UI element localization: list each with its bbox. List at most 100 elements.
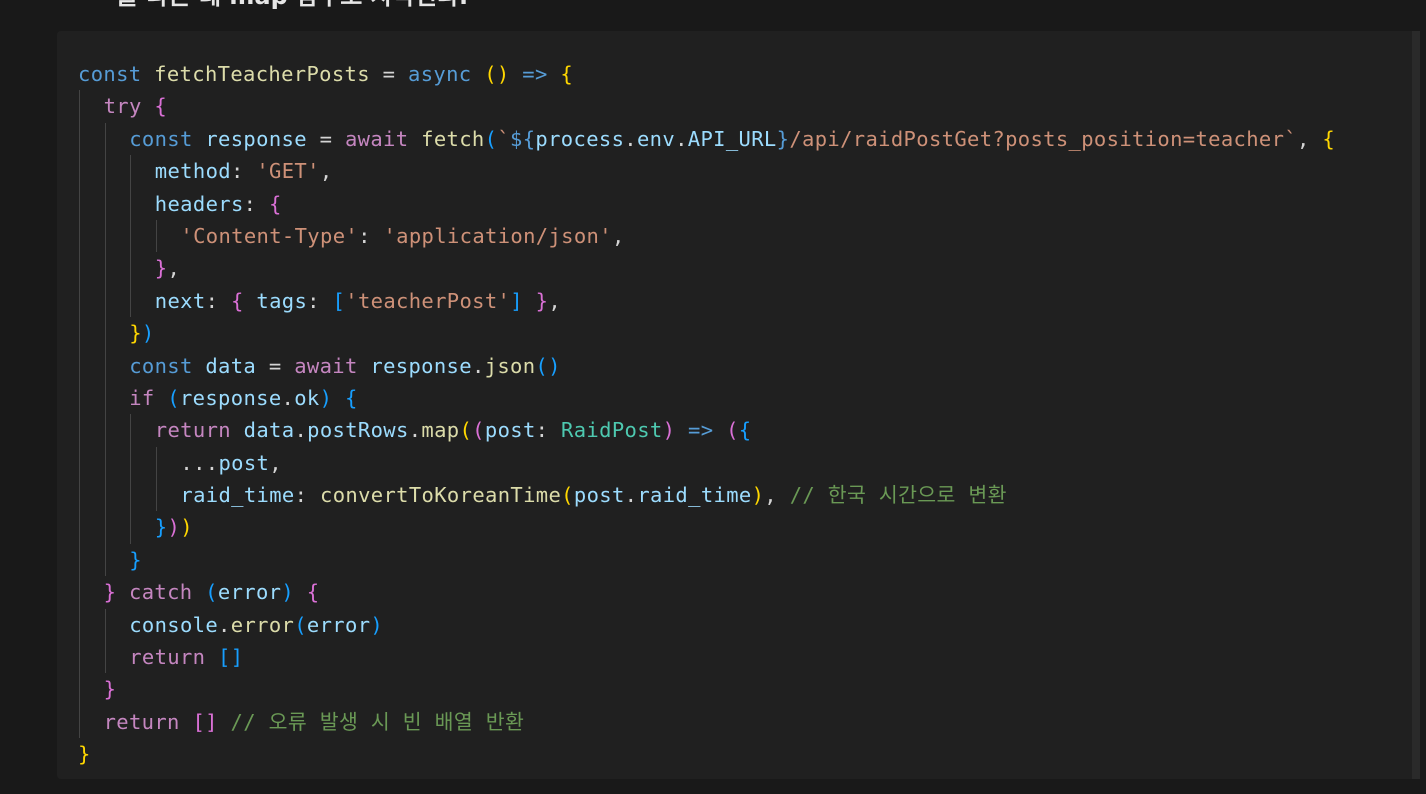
code-token: ] bbox=[510, 288, 523, 313]
indent-guide bbox=[79, 219, 80, 253]
indent-guide bbox=[79, 155, 80, 188]
indent-guide bbox=[130, 284, 132, 318]
code-line: } bbox=[78, 543, 1335, 577]
indent-guide bbox=[104, 155, 106, 188]
code-token: ) bbox=[167, 515, 181, 540]
code-token: const bbox=[78, 62, 142, 86]
indent-guide bbox=[104, 608, 106, 642]
code-token: { bbox=[269, 191, 282, 216]
code-block[interactable]: const fetchTeacherPosts = async () => { t… bbox=[57, 31, 1420, 779]
indent-guide bbox=[130, 252, 132, 285]
code-token: { bbox=[1322, 126, 1336, 151]
indent-guide bbox=[104, 187, 106, 220]
indent-guide bbox=[155, 446, 157, 480]
indent-guide bbox=[104, 317, 106, 350]
code-token: ) bbox=[281, 580, 295, 605]
code-token: post bbox=[484, 418, 536, 443]
scrollbar[interactable] bbox=[1412, 31, 1420, 779]
code-token: ${ bbox=[510, 126, 536, 151]
code-token: API_URL bbox=[687, 126, 777, 151]
code-line: } catch (error) { bbox=[78, 576, 1335, 609]
indent-guide bbox=[79, 381, 80, 415]
code-token: { bbox=[560, 62, 574, 86]
code-token: } bbox=[129, 547, 142, 572]
code-token: } bbox=[154, 515, 168, 540]
code-token: () bbox=[484, 62, 510, 86]
code-token: fetch bbox=[421, 126, 485, 151]
indent-guide bbox=[79, 284, 80, 318]
code-token: } bbox=[78, 742, 91, 767]
code-token: post bbox=[573, 483, 625, 508]
indent-guide bbox=[104, 479, 106, 512]
code-token: ( bbox=[726, 418, 739, 443]
page-heading: 을 다른 데 map 함수로 사각된다. bbox=[116, 0, 468, 12]
code-token: { bbox=[306, 580, 320, 605]
code-token: : bbox=[535, 418, 562, 443]
code-line: const response = await fetch(`${process.… bbox=[78, 122, 1336, 156]
code-token: raid_time bbox=[180, 483, 295, 508]
code-token: } bbox=[154, 256, 168, 281]
code-token: , bbox=[167, 256, 181, 281]
code-token: try bbox=[103, 94, 142, 119]
code-line: }) bbox=[78, 317, 1335, 350]
code-token: : bbox=[294, 483, 321, 508]
code-token: if bbox=[129, 385, 155, 410]
code-token: ) bbox=[180, 515, 193, 540]
indent-guide bbox=[79, 317, 80, 350]
code-token: 'GET' bbox=[256, 159, 320, 184]
code-token: error bbox=[230, 612, 295, 637]
indent-guide bbox=[79, 608, 80, 642]
code-token: : bbox=[230, 159, 257, 184]
code-token: . bbox=[471, 353, 485, 378]
code-token: return bbox=[129, 645, 206, 670]
code-token: , bbox=[764, 483, 790, 508]
code-line: headers: { bbox=[78, 187, 1335, 220]
indent-guide bbox=[79, 252, 80, 285]
code-token: } bbox=[776, 126, 790, 151]
code-token: ( bbox=[484, 126, 498, 151]
code-line: })) bbox=[78, 511, 1335, 544]
code-line: } bbox=[78, 673, 1335, 706]
code-line: return data.postRows.map((post: RaidPost… bbox=[78, 414, 1335, 447]
code-token: ( bbox=[472, 418, 485, 443]
indent-guide bbox=[104, 284, 106, 318]
code-token: method bbox=[154, 159, 231, 184]
code-token: ( bbox=[561, 483, 574, 508]
indent-guide bbox=[79, 90, 80, 123]
code-token: process bbox=[535, 126, 625, 151]
indent-guide bbox=[79, 446, 80, 480]
code-token: error bbox=[306, 612, 371, 637]
code-token: => bbox=[688, 418, 714, 443]
code-token: await bbox=[294, 353, 358, 378]
code-token: ( bbox=[294, 612, 307, 637]
code-token: : bbox=[205, 288, 231, 313]
code-line: const fetchTeacherPosts = async () => { bbox=[78, 58, 1335, 90]
code-line: } bbox=[78, 738, 1335, 770]
code-token: : bbox=[307, 288, 333, 313]
indent-guide bbox=[79, 479, 80, 512]
code-token: , bbox=[611, 223, 625, 248]
code-token: json bbox=[484, 353, 536, 378]
code-token: headers bbox=[154, 191, 244, 216]
indent-guide bbox=[104, 349, 106, 382]
code-token: 'teacherPost' bbox=[345, 288, 511, 313]
code-token: // 오류 발생 시 빈 배열 반환 bbox=[230, 709, 525, 734]
code-token: . bbox=[675, 126, 688, 151]
code-token: ) bbox=[751, 483, 765, 508]
code-token: : bbox=[358, 223, 384, 248]
code-token: : bbox=[243, 191, 270, 216]
code-token: } bbox=[103, 580, 117, 605]
indent-guide bbox=[104, 122, 106, 156]
indent-guide bbox=[79, 543, 80, 577]
indent-guide bbox=[130, 414, 132, 447]
code-token: return bbox=[154, 418, 231, 443]
